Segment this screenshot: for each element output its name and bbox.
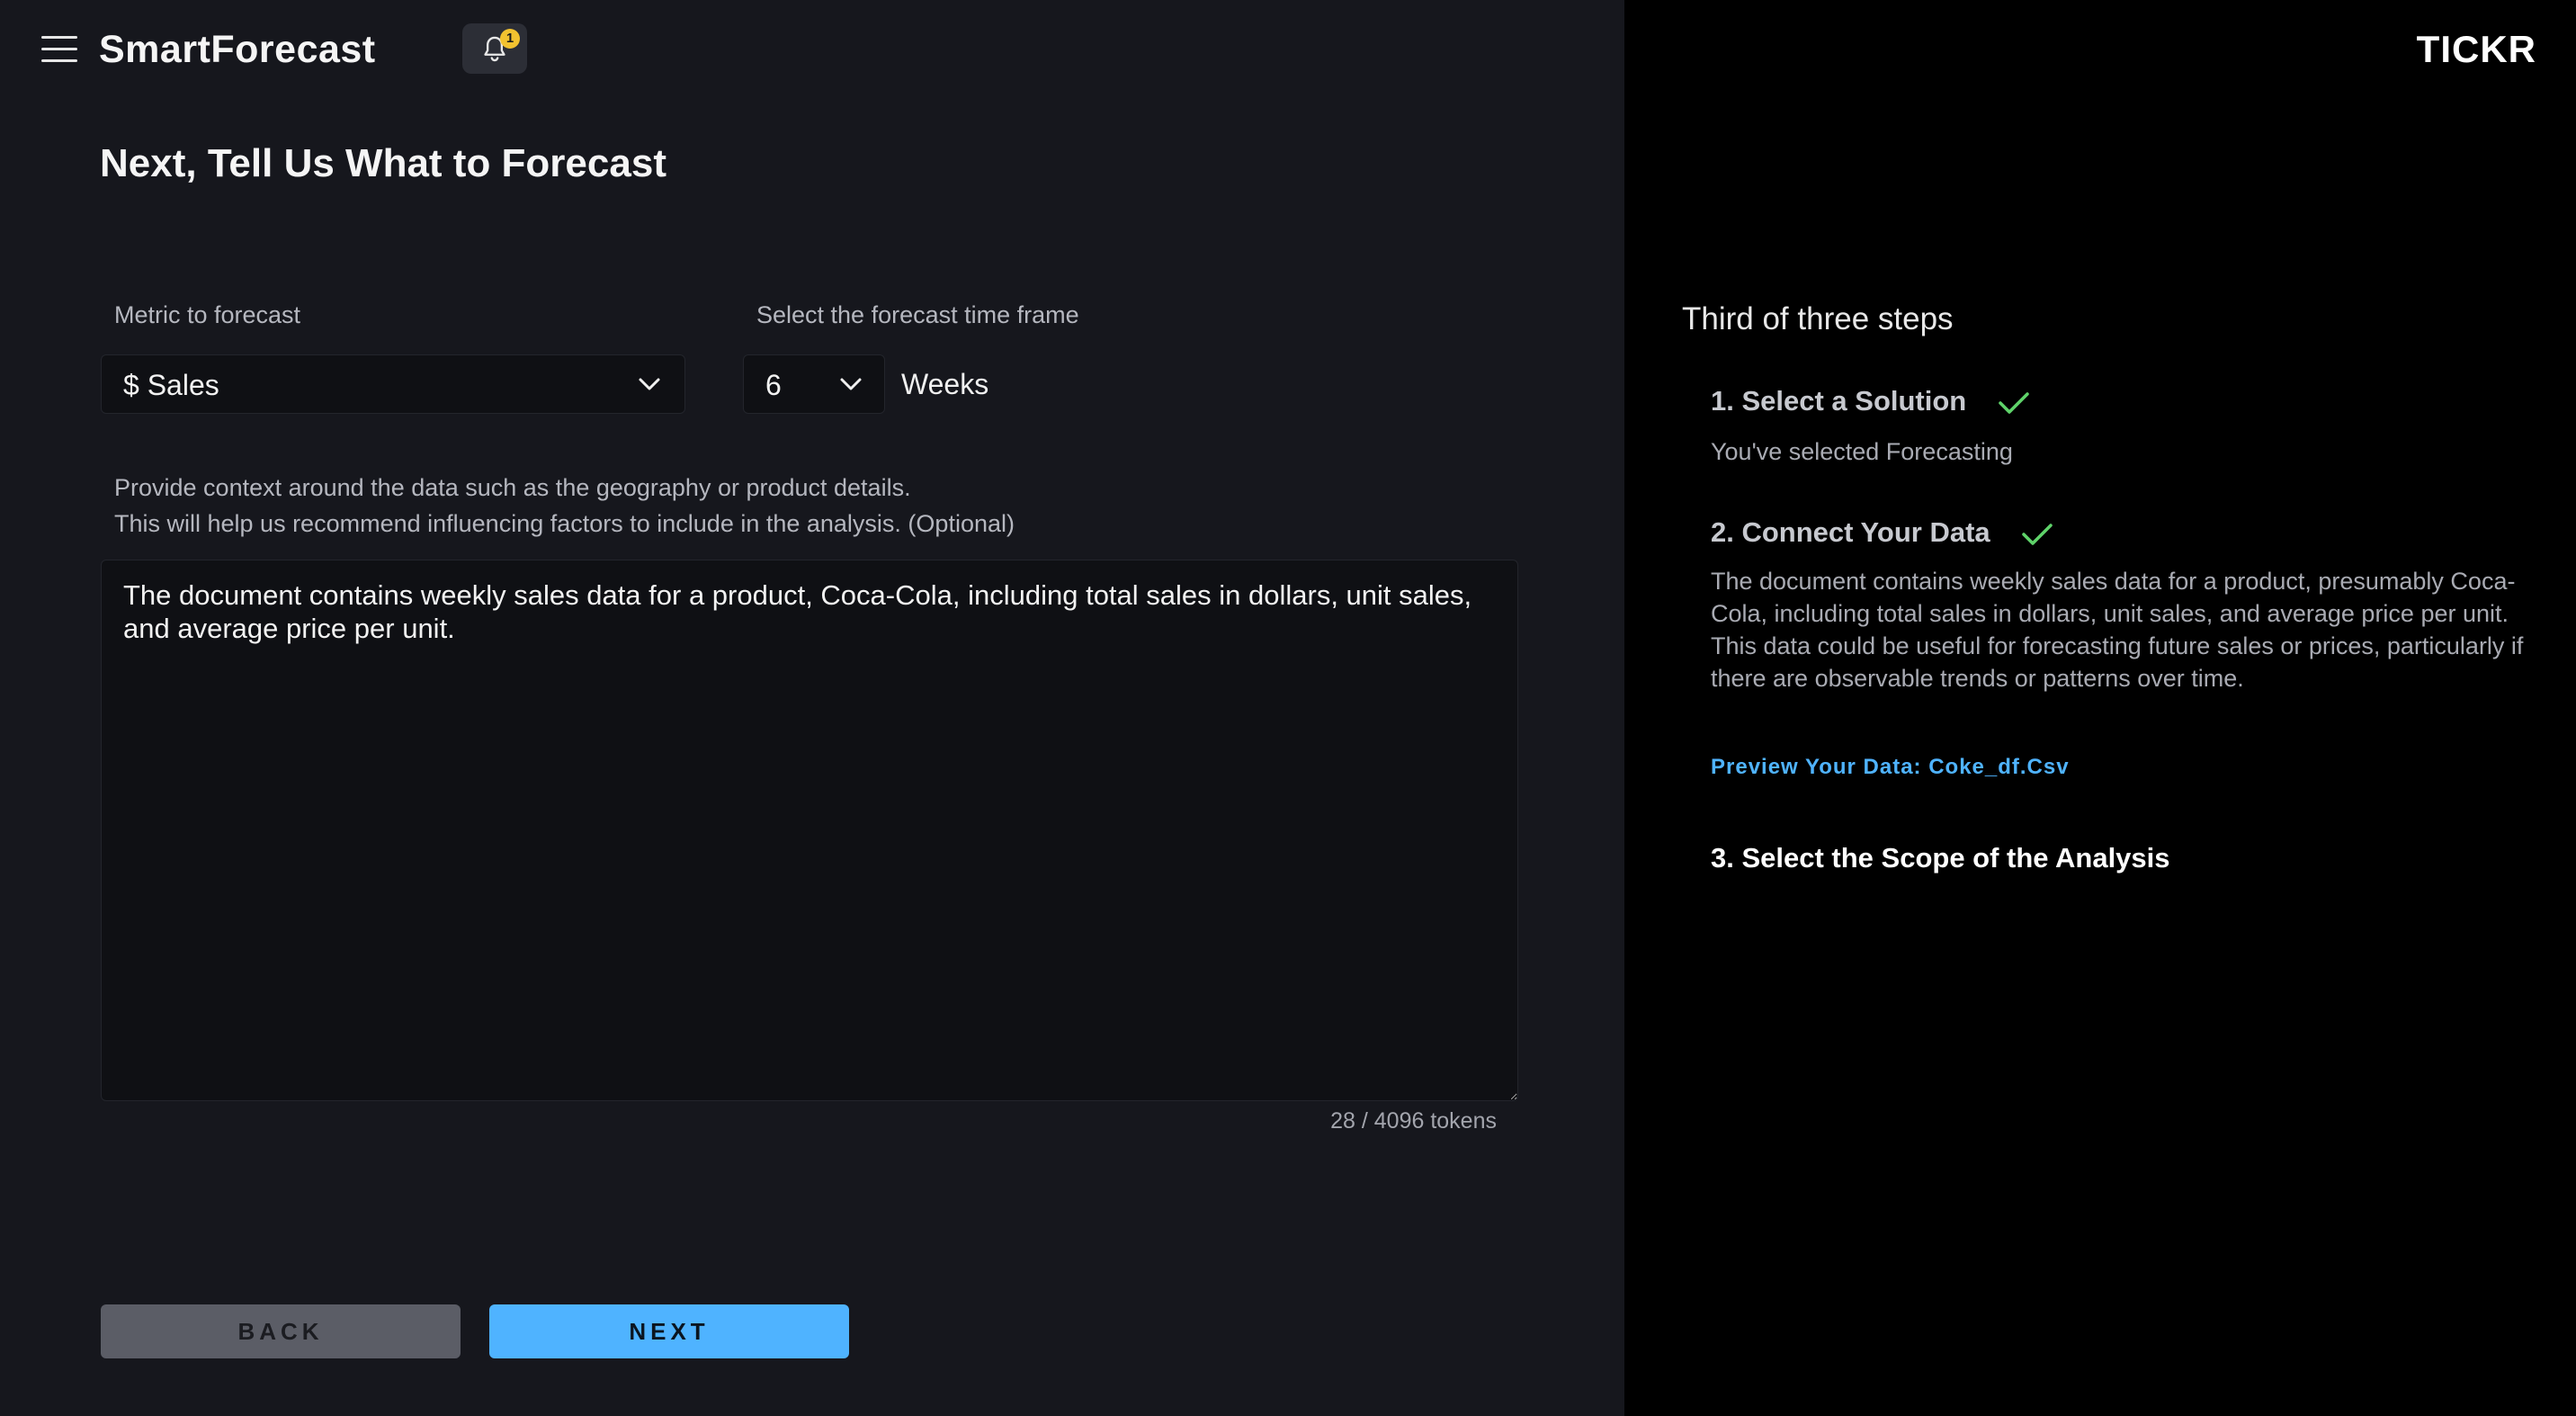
metric-selected-value: $ Sales <box>123 369 219 401</box>
context-textarea[interactable]: The document contains weekly sales data … <box>101 560 1518 1101</box>
app-window: SmartForecast 1 Next, Tell Us What to Fo… <box>0 0 2576 1416</box>
main-panel: SmartForecast 1 Next, Tell Us What to Fo… <box>0 0 1624 1416</box>
notifications-button[interactable]: 1 <box>462 23 527 74</box>
context-help-line: Provide context around the data such as … <box>114 474 911 501</box>
step-1-description: You've selected Forecasting <box>1711 438 2013 465</box>
checkmark-icon <box>1999 392 2029 414</box>
chevron-down-icon <box>639 378 660 390</box>
token-counter: 28 / 4096 tokens <box>1330 1108 1497 1134</box>
notification-badge: 1 <box>500 29 520 49</box>
timeframe-selected-value: 6 <box>765 369 782 401</box>
context-help-text: Provide context around the data such as … <box>114 470 1015 542</box>
timeframe-label: Select the forecast time frame <box>756 301 1079 328</box>
next-button[interactable]: NEXT <box>489 1304 849 1358</box>
page-title: Next, Tell Us What to Forecast <box>100 141 666 185</box>
metric-label: Metric to forecast <box>114 301 301 328</box>
step-3-label: 3. Select the Scope of the Analysis <box>1711 842 2170 874</box>
step-1-label: 1. Select a Solution <box>1711 385 1967 417</box>
step-2-description: The document contains weekly sales data … <box>1711 568 2524 692</box>
preview-data-link[interactable]: Preview Your Data: Coke_df.Csv <box>1711 752 2070 783</box>
checkmark-icon <box>2022 524 2053 545</box>
steps-heading: Third of three steps <box>1682 301 1954 336</box>
step-2-label: 2. Connect Your Data <box>1711 516 1990 548</box>
app-title: SmartForecast <box>99 28 376 71</box>
metric-select[interactable]: $ Sales <box>101 354 685 414</box>
timeframe-select[interactable]: 6 <box>743 354 885 414</box>
hamburger-menu-icon[interactable] <box>41 36 77 63</box>
steps-panel: TICKR Third of three steps 1. Select a S… <box>1624 0 2576 1416</box>
back-button[interactable]: BACK <box>101 1304 461 1358</box>
step-1-title: 1. Select a Solution <box>1711 383 2030 419</box>
step-3-title: 3. Select the Scope of the Analysis <box>1711 840 2170 876</box>
brand-logo: TICKR <box>2416 28 2536 70</box>
timeframe-unit: Weeks <box>901 368 989 400</box>
step-2-title: 2. Connect Your Data <box>1711 515 2053 551</box>
chevron-down-icon <box>840 378 862 390</box>
context-help-line: This will help us recommend influencing … <box>114 510 1015 537</box>
